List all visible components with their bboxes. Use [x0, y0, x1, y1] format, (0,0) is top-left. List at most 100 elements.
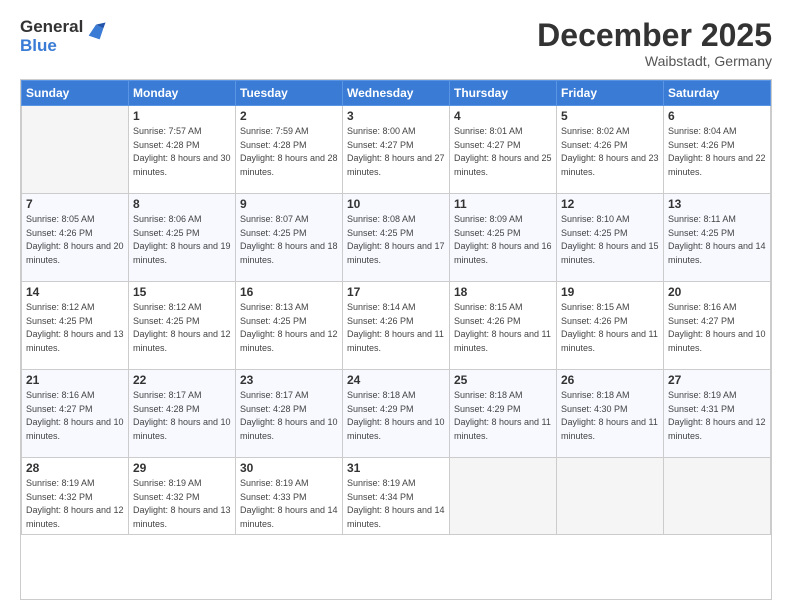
day-info: Sunrise: 8:00 AMSunset: 4:27 PMDaylight:…: [347, 125, 445, 179]
logo-icon: [85, 21, 107, 43]
day-info: Sunrise: 7:59 AMSunset: 4:28 PMDaylight:…: [240, 125, 338, 179]
day-info: Sunrise: 8:19 AMSunset: 4:32 PMDaylight:…: [133, 477, 231, 531]
day-info: Sunrise: 8:18 AMSunset: 4:29 PMDaylight:…: [347, 389, 445, 443]
title-block: December 2025 Waibstadt, Germany: [537, 18, 772, 69]
day-number: 16: [240, 285, 338, 299]
day-number: 2: [240, 109, 338, 123]
calendar-cell: 7Sunrise: 8:05 AMSunset: 4:26 PMDaylight…: [22, 194, 129, 282]
day-number: 11: [454, 197, 552, 211]
calendar-cell: 15Sunrise: 8:12 AMSunset: 4:25 PMDayligh…: [129, 282, 236, 370]
day-number: 12: [561, 197, 659, 211]
header-cell-sunday: Sunday: [22, 81, 129, 106]
calendar-cell: 18Sunrise: 8:15 AMSunset: 4:26 PMDayligh…: [450, 282, 557, 370]
calendar-cell: 5 Sunrise: 8:02 AMSunset: 4:26 PMDaylight…: [557, 106, 664, 194]
day-number: 27: [668, 373, 766, 387]
day-number: 15: [133, 285, 231, 299]
calendar-cell: [22, 106, 129, 194]
day-info: Sunrise: 8:02 AMSunset: 4:26 PMDaylight:…: [561, 125, 659, 179]
day-info: Sunrise: 8:06 AMSunset: 4:25 PMDaylight:…: [133, 213, 231, 267]
calendar-week-3: 14Sunrise: 8:12 AMSunset: 4:25 PMDayligh…: [22, 282, 771, 370]
day-info: Sunrise: 8:18 AMSunset: 4:29 PMDaylight:…: [454, 389, 552, 443]
day-number: 5: [561, 109, 659, 123]
day-info: Sunrise: 8:13 AMSunset: 4:25 PMDaylight:…: [240, 301, 338, 355]
calendar-cell: 31 Sunrise: 8:19 AMSunset: 4:34 PMDayligh…: [343, 458, 450, 535]
calendar-cell: 28 Sunrise: 8:19 AMSunset: 4:32 PMDayligh…: [22, 458, 129, 535]
day-number: 31: [347, 461, 445, 475]
calendar-cell: [450, 458, 557, 535]
day-number: 22: [133, 373, 231, 387]
calendar-cell: 8 Sunrise: 8:06 AMSunset: 4:25 PMDaylight…: [129, 194, 236, 282]
month-title: December 2025: [537, 18, 772, 53]
day-info: Sunrise: 8:19 AMSunset: 4:33 PMDaylight:…: [240, 477, 338, 531]
day-info: Sunrise: 8:17 AMSunset: 4:28 PMDaylight:…: [240, 389, 338, 443]
day-number: 8: [133, 197, 231, 211]
calendar-cell: [664, 458, 771, 535]
day-number: 10: [347, 197, 445, 211]
day-info: Sunrise: 8:18 AMSunset: 4:30 PMDaylight:…: [561, 389, 659, 443]
day-number: 4: [454, 109, 552, 123]
day-number: 25: [454, 373, 552, 387]
day-number: 6: [668, 109, 766, 123]
calendar-cell: 14Sunrise: 8:12 AMSunset: 4:25 PMDayligh…: [22, 282, 129, 370]
calendar-header-row: SundayMondayTuesdayWednesdayThursdayFrid…: [22, 81, 771, 106]
day-number: 30: [240, 461, 338, 475]
location: Waibstadt, Germany: [537, 53, 772, 69]
day-number: 17: [347, 285, 445, 299]
day-number: 19: [561, 285, 659, 299]
day-number: 28: [26, 461, 124, 475]
day-info: Sunrise: 8:16 AMSunset: 4:27 PMDaylight:…: [26, 389, 124, 443]
calendar-week-2: 7Sunrise: 8:05 AMSunset: 4:26 PMDaylight…: [22, 194, 771, 282]
calendar-cell: 21 Sunrise: 8:16 AMSunset: 4:27 PMDayligh…: [22, 370, 129, 458]
day-info: Sunrise: 8:10 AMSunset: 4:25 PMDaylight:…: [561, 213, 659, 267]
header-cell-monday: Monday: [129, 81, 236, 106]
day-number: 9: [240, 197, 338, 211]
calendar-cell: 24 Sunrise: 8:18 AMSunset: 4:29 PMDayligh…: [343, 370, 450, 458]
calendar-cell: [557, 458, 664, 535]
calendar-cell: 19Sunrise: 8:15 AMSunset: 4:26 PMDayligh…: [557, 282, 664, 370]
day-info: Sunrise: 8:19 AMSunset: 4:32 PMDaylight:…: [26, 477, 124, 531]
calendar-cell: 12 Sunrise: 8:10 AMSunset: 4:25 PMDayligh…: [557, 194, 664, 282]
day-number: 26: [561, 373, 659, 387]
calendar-week-5: 28 Sunrise: 8:19 AMSunset: 4:32 PMDayligh…: [22, 458, 771, 535]
logo-general: General: [20, 18, 83, 37]
day-info: Sunrise: 8:12 AMSunset: 4:25 PMDaylight:…: [26, 301, 124, 355]
header-cell-tuesday: Tuesday: [236, 81, 343, 106]
header: General Blue December 2025 Waibstadt, Ge…: [20, 18, 772, 69]
day-number: 1: [133, 109, 231, 123]
calendar-week-1: 1 Sunrise: 7:57 AMSunset: 4:28 PMDaylight…: [22, 106, 771, 194]
calendar-cell: 11 Sunrise: 8:09 AMSunset: 4:25 PMDayligh…: [450, 194, 557, 282]
calendar-cell: 1 Sunrise: 7:57 AMSunset: 4:28 PMDaylight…: [129, 106, 236, 194]
calendar-cell: 29Sunrise: 8:19 AMSunset: 4:32 PMDayligh…: [129, 458, 236, 535]
day-number: 23: [240, 373, 338, 387]
calendar-cell: 30 Sunrise: 8:19 AMSunset: 4:33 PMDayligh…: [236, 458, 343, 535]
calendar-cell: 2 Sunrise: 7:59 AMSunset: 4:28 PMDaylight…: [236, 106, 343, 194]
calendar-cell: 22Sunrise: 8:17 AMSunset: 4:28 PMDayligh…: [129, 370, 236, 458]
header-cell-thursday: Thursday: [450, 81, 557, 106]
calendar-table: SundayMondayTuesdayWednesdayThursdayFrid…: [21, 80, 771, 535]
day-info: Sunrise: 8:04 AMSunset: 4:26 PMDaylight:…: [668, 125, 766, 179]
day-info: Sunrise: 8:09 AMSunset: 4:25 PMDaylight:…: [454, 213, 552, 267]
day-info: Sunrise: 8:05 AMSunset: 4:26 PMDaylight:…: [26, 213, 124, 267]
calendar-cell: 3 Sunrise: 8:00 AMSunset: 4:27 PMDaylight…: [343, 106, 450, 194]
calendar-cell: 9 Sunrise: 8:07 AMSunset: 4:25 PMDaylight…: [236, 194, 343, 282]
calendar-cell: 23 Sunrise: 8:17 AMSunset: 4:28 PMDayligh…: [236, 370, 343, 458]
day-info: Sunrise: 8:19 AMSunset: 4:34 PMDaylight:…: [347, 477, 445, 531]
day-number: 3: [347, 109, 445, 123]
day-number: 13: [668, 197, 766, 211]
day-number: 18: [454, 285, 552, 299]
page: General Blue December 2025 Waibstadt, Ge…: [0, 0, 792, 612]
day-info: Sunrise: 8:19 AMSunset: 4:31 PMDaylight:…: [668, 389, 766, 443]
day-info: Sunrise: 8:11 AMSunset: 4:25 PMDaylight:…: [668, 213, 766, 267]
day-info: Sunrise: 8:16 AMSunset: 4:27 PMDaylight:…: [668, 301, 766, 355]
calendar-cell: 27 Sunrise: 8:19 AMSunset: 4:31 PMDayligh…: [664, 370, 771, 458]
day-info: Sunrise: 7:57 AMSunset: 4:28 PMDaylight:…: [133, 125, 231, 179]
calendar-cell: 20 Sunrise: 8:16 AMSunset: 4:27 PMDayligh…: [664, 282, 771, 370]
calendar-cell: 25 Sunrise: 8:18 AMSunset: 4:29 PMDayligh…: [450, 370, 557, 458]
day-info: Sunrise: 8:07 AMSunset: 4:25 PMDaylight:…: [240, 213, 338, 267]
calendar-cell: 16 Sunrise: 8:13 AMSunset: 4:25 PMDayligh…: [236, 282, 343, 370]
header-cell-saturday: Saturday: [664, 81, 771, 106]
day-number: 20: [668, 285, 766, 299]
header-cell-wednesday: Wednesday: [343, 81, 450, 106]
day-number: 21: [26, 373, 124, 387]
day-number: 24: [347, 373, 445, 387]
